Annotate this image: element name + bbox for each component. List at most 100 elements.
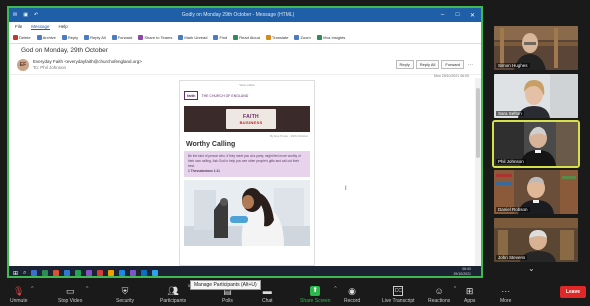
participant-tile[interactable]: Daniel Robson (494, 170, 578, 214)
toolbar-label: Participants (160, 298, 187, 304)
chat-button[interactable]: ▬ Chat (262, 282, 273, 306)
ribbon-label: Read Aloud (239, 34, 260, 40)
church-of-england-logo: THE CHURCH OF ENGLAND (201, 93, 249, 98)
reply-all-icon (84, 34, 90, 40)
undo-icon[interactable]: ↶ (34, 12, 38, 18)
taskbar-app-icon[interactable] (130, 270, 137, 276)
reaction-icon: ☺ (434, 286, 444, 296)
banner-sign: FAITH BUSINESS (226, 109, 276, 129)
faith-business-banner: FAITH BUSINESS (184, 106, 310, 132)
menu-item-help[interactable]: Help (59, 24, 68, 29)
menu-item-message[interactable]: Message (31, 24, 50, 30)
toolbar-label: Reactions (428, 298, 451, 304)
article-heading: Worthy Calling (186, 141, 236, 148)
participants-button[interactable]: 👥︎Participants5^ (160, 282, 192, 306)
recipient-line: To: Phil Johnson (33, 64, 67, 70)
participant-name: Phil Johnson (496, 159, 526, 164)
reply-button[interactable]: Reply (395, 60, 414, 69)
share-screen-icon: ⬆ (310, 286, 321, 296)
ribbon-label: Mark Unread (184, 34, 208, 40)
message-subject: God on Monday, 29th October (21, 47, 108, 54)
chevron-down-icon[interactable]: ⌄ (528, 264, 535, 273)
scrollbar-thumb[interactable] (476, 88, 480, 158)
participant-tile[interactable]: Simon Hughes (494, 26, 578, 70)
taskbar-app-icon[interactable] (86, 270, 93, 276)
scientist-photo (184, 180, 310, 246)
ribbon-forward-button[interactable]: Forward (111, 34, 133, 40)
reply-all-button[interactable]: Reply All (415, 60, 440, 69)
taskbar-app-icon[interactable] (42, 270, 49, 276)
ribbon-share-to-teams-button[interactable]: Share to Teams (138, 34, 172, 40)
search-icon[interactable]: ⌕ (23, 270, 26, 277)
close-button[interactable]: ✕ (468, 12, 477, 19)
banner-line-2: BUSINESS (239, 119, 263, 125)
participant-tile[interactable]: Sara Sefton (494, 74, 578, 118)
clock-date: 29/10/2021 (453, 272, 471, 276)
ribbon-read-aloud-button[interactable]: Read Aloud (233, 34, 260, 40)
ribbon-delete-button[interactable]: Delete (13, 34, 31, 40)
apps-icon: ⊞ (465, 286, 474, 296)
shared-screen: ✉ ▣ ↶ Godly on Monday 29th October - Mes… (7, 6, 483, 278)
toolbar-label: Polls (222, 298, 233, 304)
microscope-image (184, 180, 310, 246)
more-icon: ··· (501, 286, 511, 296)
unmute-button[interactable]: 🎙︎ Unmute ^ (10, 282, 34, 306)
taskbar-app-icon[interactable] (64, 270, 71, 276)
participant-tile[interactable]: John Stevens (494, 218, 578, 262)
forward-button[interactable]: Forward (441, 60, 464, 69)
taskbar-app-icon[interactable] (152, 270, 159, 276)
ribbon-find-button[interactable]: Find (213, 34, 227, 40)
sender-info: Everyday Faith <everydayfaith@churchofen… (33, 59, 392, 71)
leave-button[interactable]: Leave (560, 286, 586, 298)
save-icon[interactable]: ▣ (23, 12, 28, 18)
ribbon-label: Forward (117, 34, 133, 40)
menu-item-file[interactable]: File (15, 24, 22, 29)
ribbon-mark-unread-button[interactable]: Mark Unread (178, 34, 208, 40)
ribbon-reply-all-button[interactable]: Reply All (84, 34, 106, 40)
taskbar-app-icon[interactable] (108, 270, 115, 276)
ribbon-label: Zoom (300, 34, 311, 40)
ribbon-reply-button[interactable]: Reply (61, 34, 78, 40)
reply-buttons: Reply Reply All Forward (395, 60, 464, 69)
taskbar-app-icon[interactable] (119, 270, 126, 276)
avatar[interactable]: EF (17, 58, 29, 71)
participant-tile-active-speaker[interactable]: Phil Johnson (492, 120, 580, 168)
ribbon-label: Archive (42, 34, 56, 40)
more-options-icon[interactable]: ··· (468, 62, 473, 68)
text-cursor-icon: I (345, 186, 347, 192)
record-button[interactable]: ◉ Record (344, 282, 360, 306)
translate-icon (265, 34, 271, 40)
toolbar-label: Apps (464, 298, 476, 304)
shield-icon: ⛨ (121, 286, 129, 296)
ribbon-zoom-button[interactable]: Zoom (294, 34, 311, 40)
stop-video-button[interactable]: ▭ Stop Video ^ (58, 282, 88, 306)
live-transcript-button[interactable]: CC Live Transcript (382, 282, 415, 306)
caret-up-icon[interactable]: ^ (334, 286, 336, 292)
taskbar-app-icon[interactable] (31, 270, 38, 276)
caret-up-icon[interactable]: ^ (31, 286, 33, 292)
cc-icon: CC (393, 286, 404, 296)
record-icon: ◉ (348, 286, 356, 296)
ribbon-archive-button[interactable]: Archive (36, 34, 56, 40)
windows-taskbar: ⊞ ⌕ 06:00 29/10/2021 (9, 266, 481, 277)
maximize-button[interactable]: □ (453, 12, 462, 18)
reactions-button[interactable]: ☺ Reactions ^ (428, 282, 456, 306)
ribbon-viva-insights-button[interactable]: Viva Insights (316, 34, 345, 40)
security-button[interactable]: ⛨ Security (116, 282, 134, 306)
taskbar-app-icon[interactable] (53, 270, 60, 276)
toolbar-label: Live Transcript (382, 298, 415, 304)
toolbar-label: More (500, 298, 512, 304)
share-screen-button[interactable]: ⬆ Share Screen ^ (300, 282, 337, 306)
taskbar-app-icon[interactable] (97, 270, 104, 276)
caret-up-icon[interactable]: ^ (86, 286, 88, 292)
caret-up-icon[interactable]: ^ (454, 286, 456, 292)
taskbar-app-icon[interactable] (141, 270, 148, 276)
taskbar-app-icon[interactable] (75, 270, 82, 276)
minimize-button[interactable]: – (438, 12, 447, 18)
more-button[interactable]: ··· More (500, 282, 511, 306)
taskbar-clock[interactable]: 06:00 29/10/2021 (453, 267, 471, 276)
zoom-icon (294, 34, 300, 40)
ribbon-translate-button[interactable]: Translate (265, 34, 288, 40)
apps-button[interactable]: ⊞ Apps (464, 282, 475, 306)
windows-start-icon[interactable]: ⊞ (13, 270, 18, 277)
